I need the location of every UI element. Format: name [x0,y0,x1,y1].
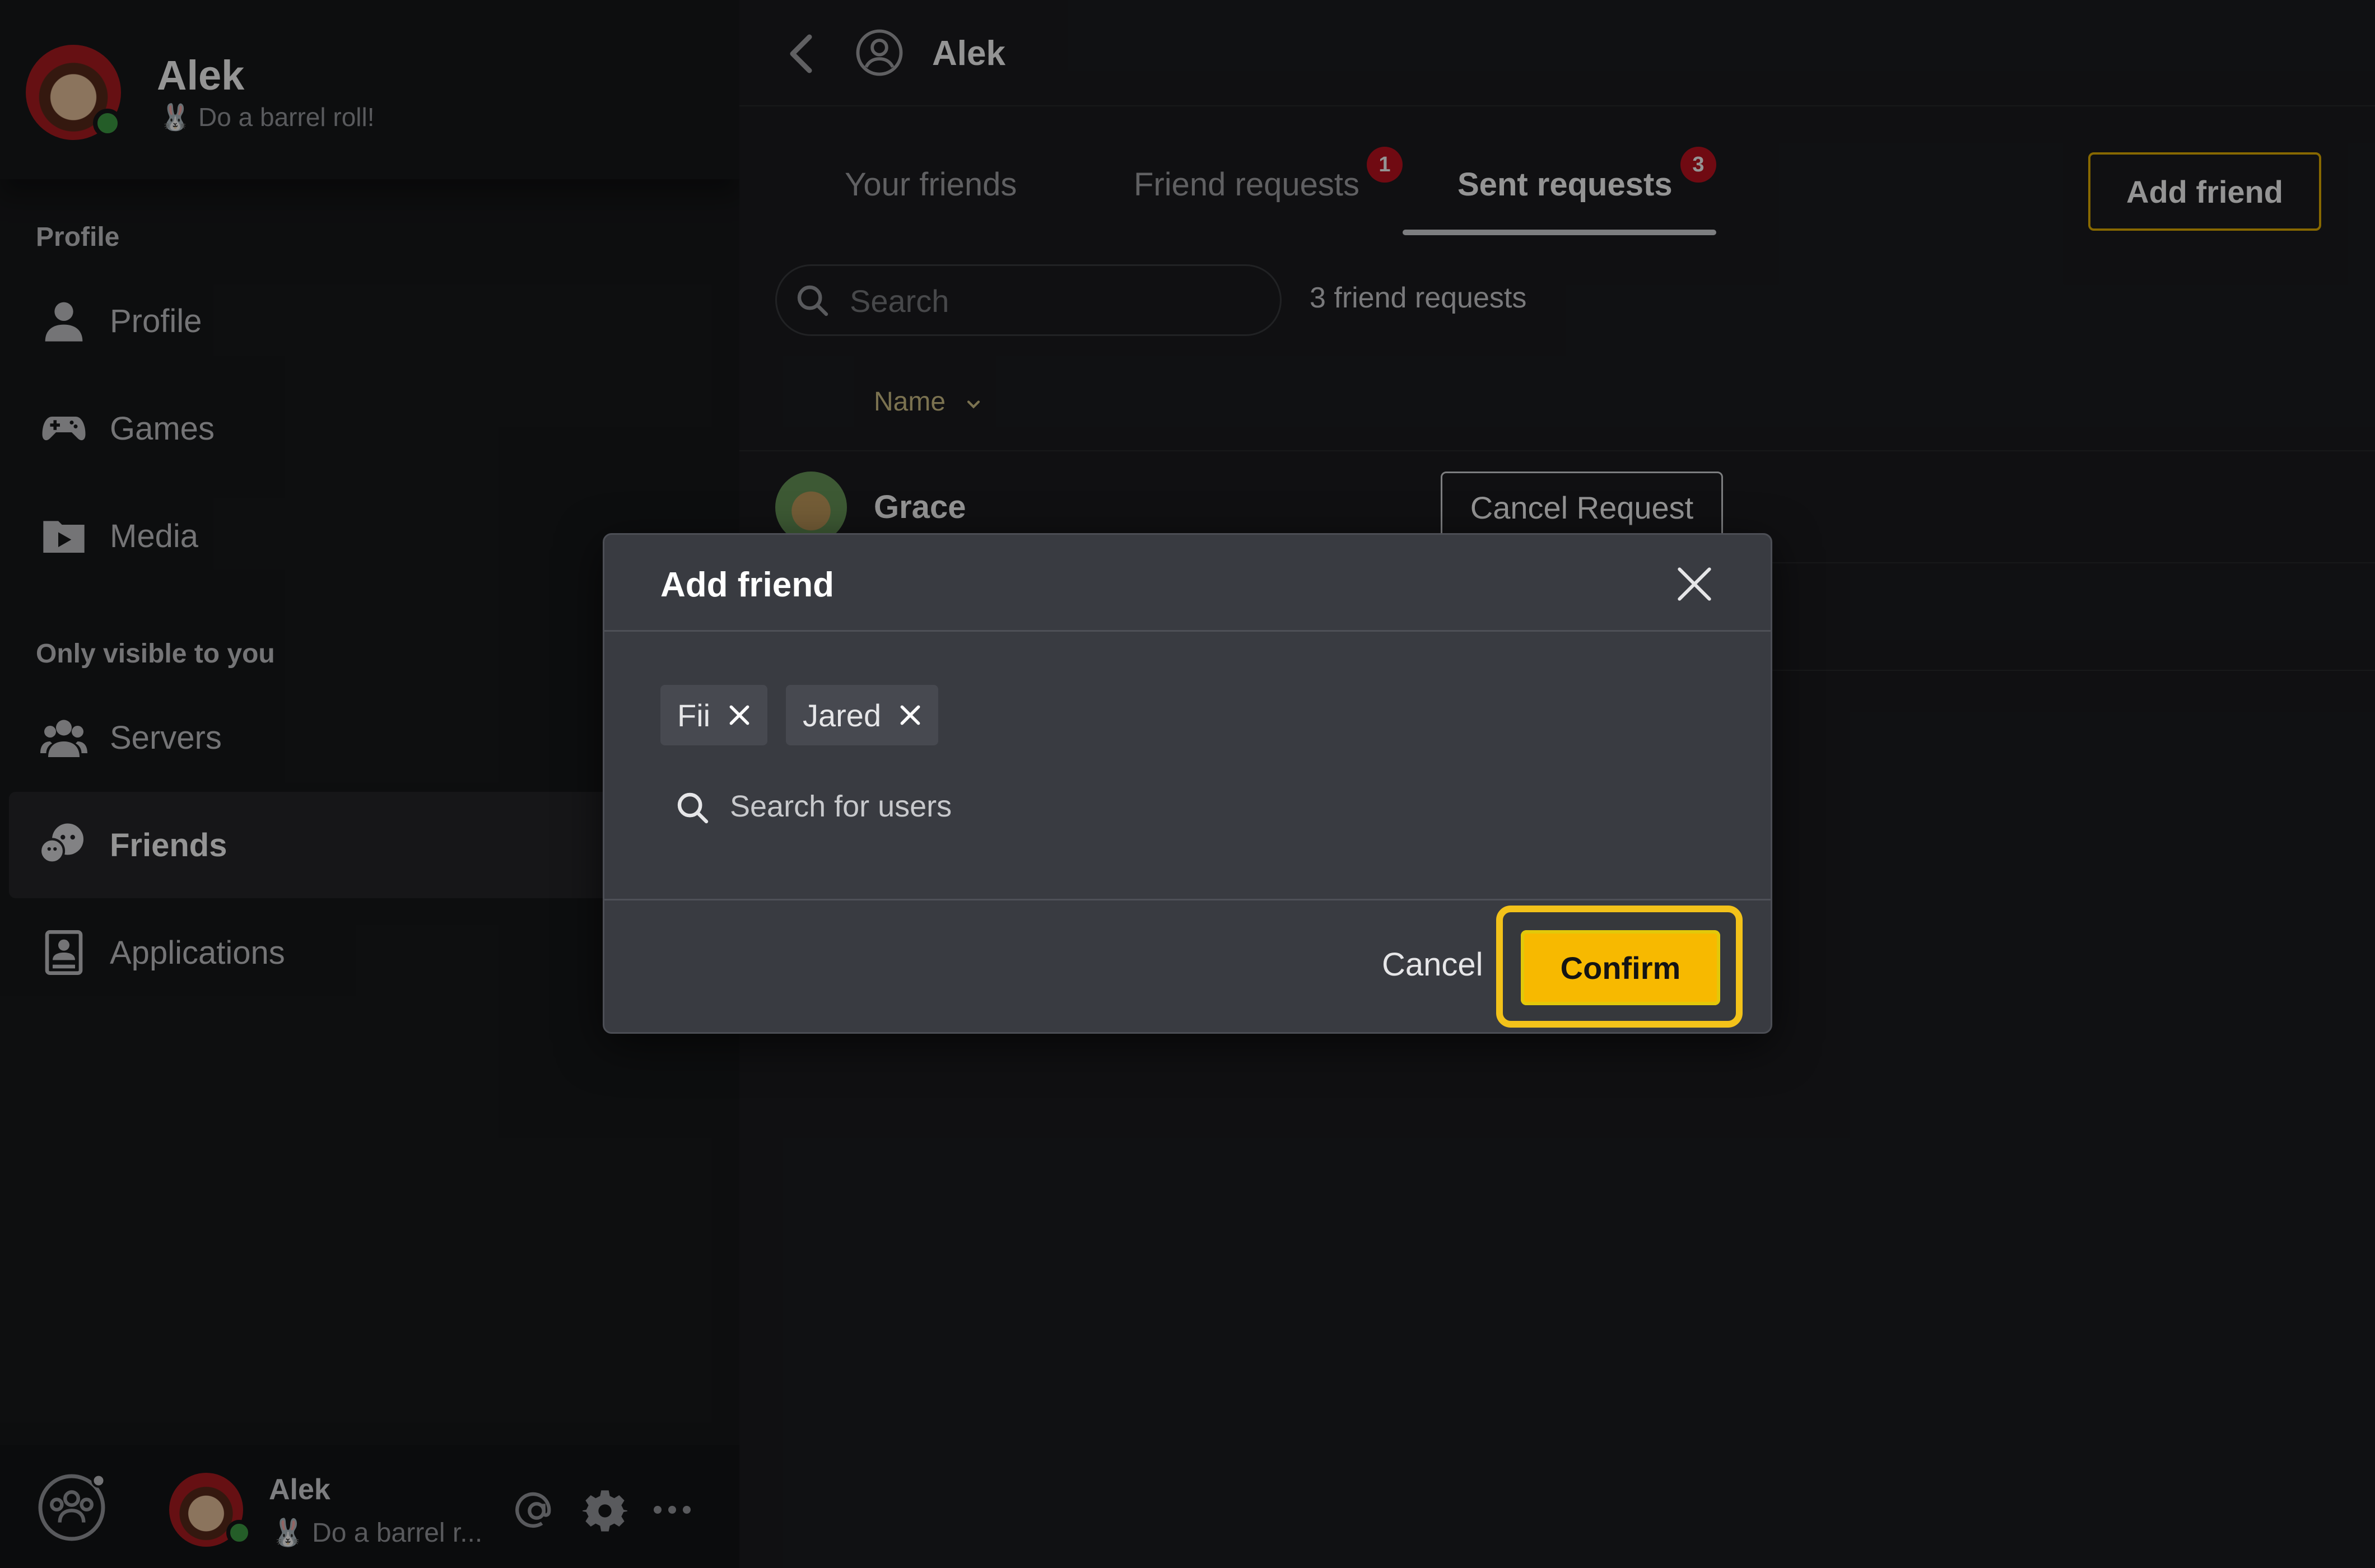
divider [604,630,1771,632]
selected-user-chip: Jared [786,685,939,745]
confirm-button[interactable]: Confirm [1521,930,1720,1005]
dialog-title: Add friend [660,566,834,604]
add-friend-dialog: Add friend Fii Jared Search for users Ca… [603,533,1772,1034]
close-icon[interactable] [1672,562,1717,606]
selected-user-chip: Fii [660,685,768,745]
chip-label: Fii [677,697,711,733]
remove-chip-icon[interactable] [898,703,923,727]
cancel-button[interactable]: Cancel [1382,946,1483,983]
user-search-input[interactable]: Search for users [730,789,952,824]
divider [604,899,1771,900]
remove-chip-icon[interactable] [727,703,752,727]
chip-label: Jared [803,697,882,733]
search-icon [675,790,711,826]
